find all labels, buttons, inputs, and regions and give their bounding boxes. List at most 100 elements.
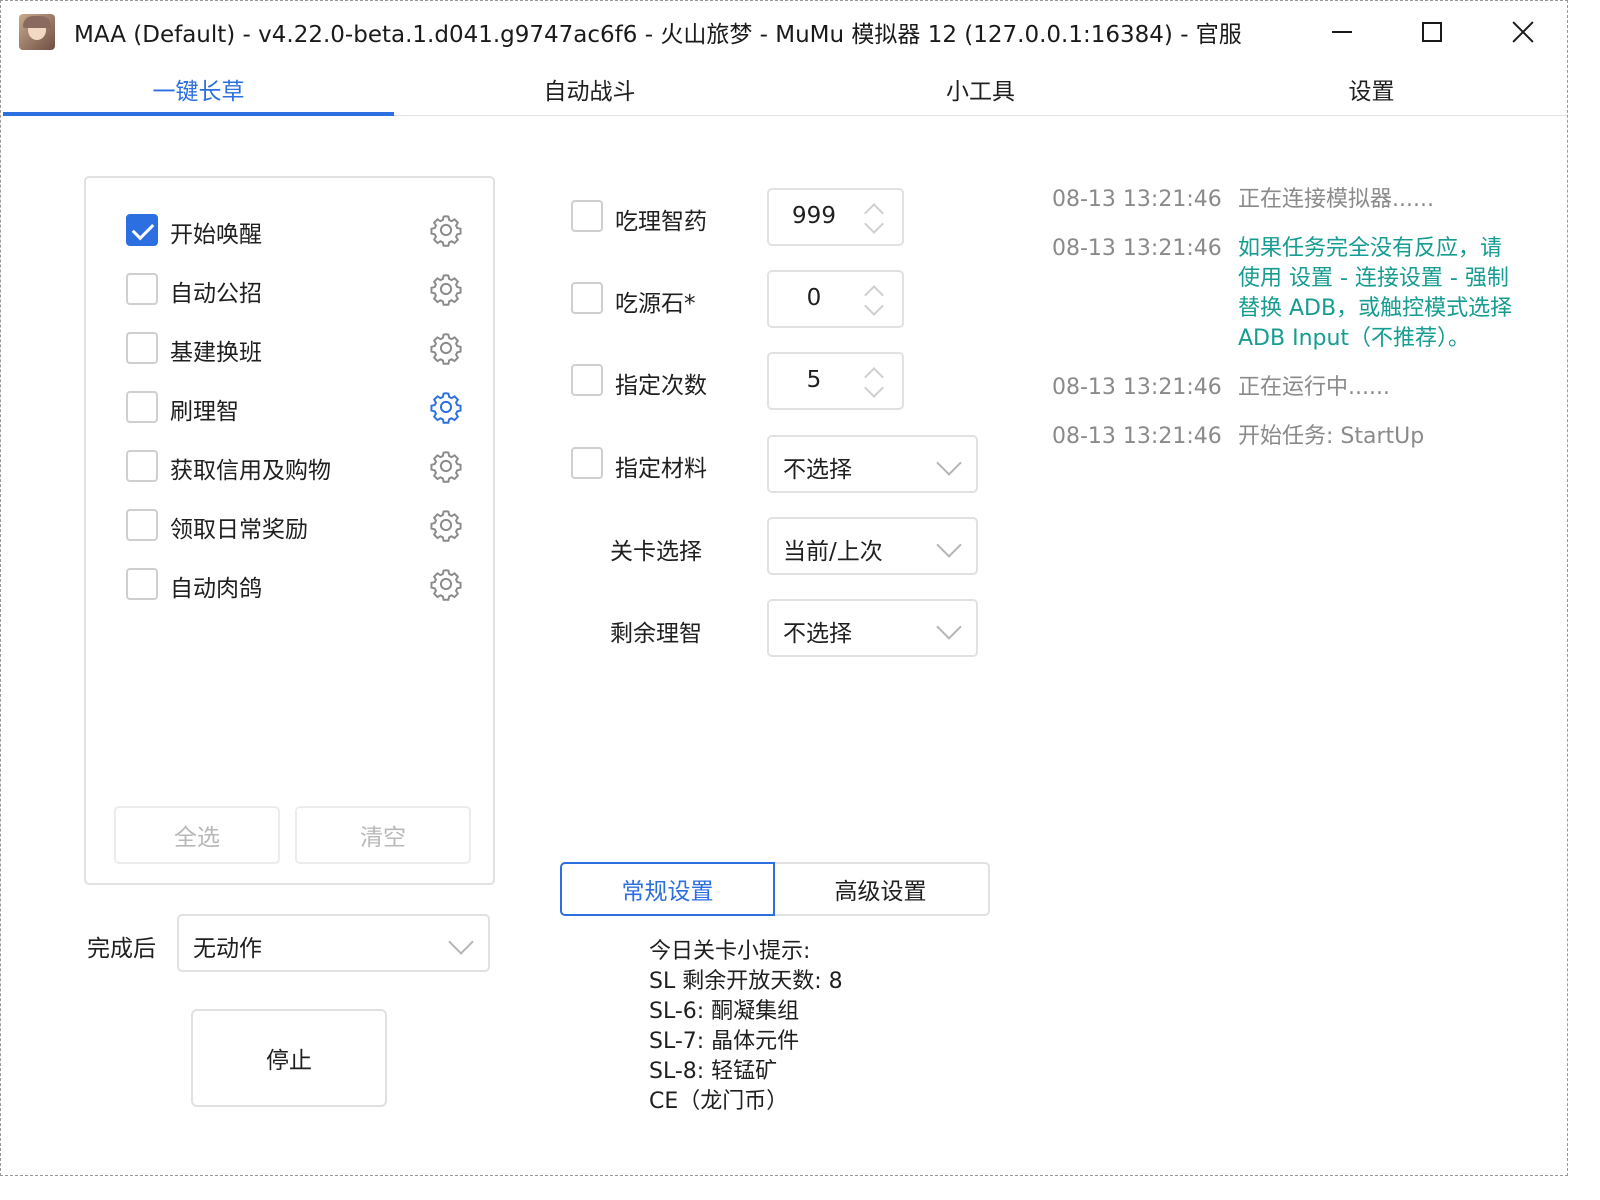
material-select[interactable]: 不选择: [767, 435, 978, 493]
task-item-mall[interactable]: 获取信用及购物: [126, 446, 466, 486]
log-timestamp: 08-13 13:21:46: [1052, 236, 1222, 261]
chevron-down-icon: [936, 614, 962, 640]
tab-settings[interactable]: 设置: [1176, 63, 1567, 115]
task-checkbox[interactable]: [126, 332, 158, 364]
log-panel: 08-13 13:21:46 正在连接模拟器...... 08-13 13:21…: [1052, 185, 1522, 471]
tab-advanced-settings[interactable]: 高级设置: [773, 862, 990, 916]
task-checkbox[interactable]: [126, 568, 158, 600]
medicine-count-stepper[interactable]: 999: [767, 188, 904, 246]
log-message: 如果任务完全没有反应，请使用 设置 - 连接设置 - 强制替换 ADB，或触控模…: [1238, 236, 1513, 351]
option-material[interactable]: 指定材料: [571, 447, 751, 482]
gear-icon[interactable]: [428, 448, 464, 484]
app-logo-icon: [19, 14, 55, 50]
stage-tips: 今日关卡小提示: SL 剩余开放天数: 8 SL-6: 酮凝集组 SL-7: 晶…: [649, 937, 843, 1117]
task-label: 刷理智: [170, 399, 239, 425]
chevron-down-icon: [936, 532, 962, 558]
option-checkbox[interactable]: [571, 447, 603, 479]
tab-normal-settings[interactable]: 常规设置: [560, 862, 775, 916]
log-timestamp: 08-13 13:21:46: [1052, 375, 1222, 400]
tab-auto-battle[interactable]: 自动战斗: [394, 63, 785, 115]
stepper-down-icon[interactable]: [864, 214, 884, 234]
log-timestamp: 08-13 13:21:46: [1052, 187, 1222, 212]
option-checkbox[interactable]: [571, 364, 603, 396]
main-tabs: 一键长草 自动战斗 小工具 设置: [3, 63, 1567, 116]
remaining-sanity-select[interactable]: 不选择: [767, 599, 978, 657]
option-checkbox[interactable]: [571, 282, 603, 314]
stepper-down-icon[interactable]: [864, 378, 884, 398]
task-checkbox[interactable]: [126, 450, 158, 482]
gear-icon[interactable]: [428, 212, 464, 248]
stage-select[interactable]: 当前/上次: [767, 517, 978, 575]
task-label: 领取日常奖励: [170, 517, 308, 543]
task-label: 获取信用及购物: [170, 458, 331, 484]
stop-button[interactable]: 停止: [191, 1009, 387, 1107]
gear-icon[interactable]: [428, 507, 464, 543]
gear-icon[interactable]: [428, 330, 464, 366]
option-label: 指定次数: [615, 373, 707, 399]
option-medicine[interactable]: 吃理智药: [571, 200, 751, 235]
stone-count-stepper[interactable]: 0: [767, 270, 904, 328]
tips-title: 今日关卡小提示:: [649, 939, 811, 964]
title-bar: MAA (Default) - v4.22.0-beta.1.d041.g974…: [1, 1, 1567, 63]
stepper-value: 999: [792, 203, 836, 229]
minimize-button[interactable]: [1312, 9, 1372, 55]
close-icon: [1511, 20, 1535, 44]
task-item-fight[interactable]: 刷理智: [126, 387, 466, 427]
task-checkbox[interactable]: [126, 273, 158, 305]
tips-line: CE（龙门币）: [649, 1089, 789, 1114]
tips-line: SL-6: 酮凝集组: [649, 999, 800, 1024]
close-button[interactable]: [1493, 9, 1553, 55]
stepper-down-icon[interactable]: [864, 296, 884, 316]
task-item-roguelike[interactable]: 自动肉鸽: [126, 564, 466, 604]
task-item-award[interactable]: 领取日常奖励: [126, 505, 466, 545]
minimize-icon: [1332, 31, 1352, 33]
window-title: MAA (Default) - v4.22.0-beta.1.d041.g974…: [74, 22, 1242, 48]
option-stone[interactable]: 吃源石*: [571, 282, 751, 317]
tab-tools[interactable]: 小工具: [785, 63, 1176, 115]
gear-icon[interactable]: [428, 271, 464, 307]
after-completion-value: 无动作: [193, 936, 262, 962]
log-message: 开始任务: StartUp: [1238, 424, 1425, 449]
log-entry: 08-13 13:21:46 如果任务完全没有反应，请使用 设置 - 连接设置 …: [1052, 234, 1522, 354]
remaining-sanity-label: 剩余理智: [610, 621, 702, 647]
task-label: 自动公招: [170, 281, 262, 307]
option-label: 吃理智药: [615, 209, 707, 235]
log-message: 正在运行中......: [1238, 375, 1390, 400]
log-entry: 08-13 13:21:46 正在连接模拟器......: [1052, 185, 1522, 215]
main-window: MAA (Default) - v4.22.0-beta.1.d041.g974…: [0, 0, 1568, 1176]
stage-value: 当前/上次: [783, 539, 883, 565]
log-timestamp: 08-13 13:21:46: [1052, 424, 1222, 449]
task-list-panel: 开始唤醒 自动公招 基建换班 刷理智 获取信用及购物 领取日常奖励 自动肉鸽 全…: [84, 176, 495, 885]
task-checkbox[interactable]: [126, 391, 158, 423]
task-label: 基建换班: [170, 340, 262, 366]
tips-line: SL-7: 晶体元件: [649, 1029, 800, 1054]
gear-icon[interactable]: [428, 566, 464, 602]
gear-icon[interactable]: [428, 389, 464, 425]
stage-label: 关卡选择: [610, 539, 702, 565]
task-item-infrast[interactable]: 基建换班: [126, 328, 466, 368]
chevron-down-icon: [936, 450, 962, 476]
stepper-value: 5: [806, 367, 822, 393]
after-completion-select[interactable]: 无动作: [177, 914, 490, 972]
stepper-value: 0: [806, 285, 822, 311]
task-label: 开始唤醒: [170, 222, 262, 248]
option-times[interactable]: 指定次数: [571, 364, 751, 399]
task-checkbox[interactable]: [126, 509, 158, 541]
tips-line: SL 剩余开放天数: 8: [649, 969, 843, 994]
maximize-button[interactable]: [1402, 9, 1462, 55]
tips-line: SL-8: 轻锰矿: [649, 1059, 778, 1084]
tab-farming[interactable]: 一键长草: [3, 63, 394, 116]
log-entry: 08-13 13:21:46 开始任务: StartUp: [1052, 422, 1522, 452]
task-checkbox[interactable]: [126, 214, 158, 246]
after-completion-label: 完成后: [87, 936, 156, 962]
option-label: 吃源石*: [615, 291, 696, 317]
option-label: 指定材料: [615, 456, 707, 482]
task-label: 自动肉鸽: [170, 576, 262, 602]
log-entry: 08-13 13:21:46 正在运行中......: [1052, 373, 1522, 403]
select-all-button[interactable]: 全选: [114, 806, 280, 864]
task-item-recruit[interactable]: 自动公招: [126, 269, 466, 309]
option-checkbox[interactable]: [571, 200, 603, 232]
times-count-stepper[interactable]: 5: [767, 352, 904, 410]
clear-button[interactable]: 清空: [295, 806, 471, 864]
task-item-startup[interactable]: 开始唤醒: [126, 210, 466, 250]
